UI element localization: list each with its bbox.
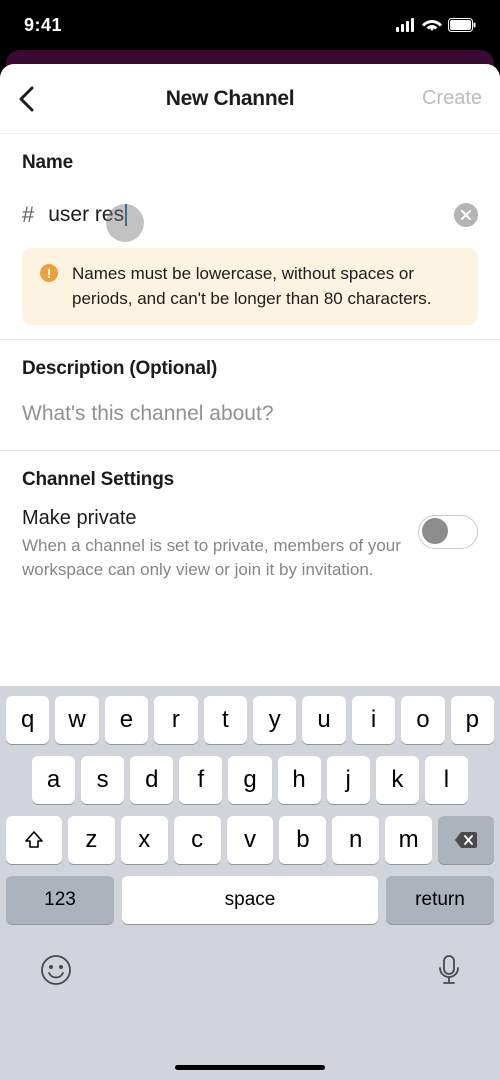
warning-banner: ! Names must be lowercase, without space… (22, 248, 478, 325)
name-input[interactable]: user res (48, 203, 454, 227)
key-space[interactable]: space (122, 876, 378, 924)
status-time: 9:41 (24, 15, 62, 36)
private-title: Make private (22, 507, 402, 530)
key-s[interactable]: s (81, 756, 124, 804)
key-g[interactable]: g (228, 756, 271, 804)
nav-bar: New Channel Create (0, 64, 500, 134)
chevron-left-icon (18, 86, 34, 112)
key-c[interactable]: c (174, 816, 221, 864)
create-button[interactable]: Create (402, 87, 482, 110)
private-row: Make private When a channel is set to pr… (22, 507, 478, 582)
emoji-icon (40, 954, 72, 986)
key-v[interactable]: v (227, 816, 274, 864)
private-subtitle: When a channel is set to private, member… (22, 534, 402, 582)
description-section: Description (Optional) What's this chann… (0, 340, 500, 436)
toggle-knob (422, 518, 448, 544)
back-button[interactable] (18, 86, 58, 112)
private-toggle[interactable] (418, 515, 478, 549)
settings-section: Channel Settings Make private When a cha… (0, 451, 500, 590)
battery-icon (448, 18, 476, 32)
mic-icon (438, 954, 460, 986)
key-d[interactable]: d (130, 756, 173, 804)
key-z[interactable]: z (68, 816, 115, 864)
key-row-2: a s d f g h j k l (6, 756, 494, 804)
hash-prefix: # (22, 202, 34, 228)
shift-icon (23, 829, 45, 851)
key-row-3: z x c v b n m (6, 816, 494, 864)
name-label: Name (22, 152, 478, 174)
status-bar: 9:41 (0, 0, 500, 50)
clear-button[interactable] (454, 203, 478, 227)
text-cursor (125, 204, 127, 226)
description-label: Description (Optional) (22, 358, 478, 380)
new-channel-modal: New Channel Create Name # user res ! Nam… (0, 64, 500, 686)
key-n[interactable]: n (332, 816, 379, 864)
key-row-1: q w e r t y u i o p (6, 696, 494, 744)
key-u[interactable]: u (302, 696, 345, 744)
key-h[interactable]: h (278, 756, 321, 804)
name-input-row[interactable]: # user res (0, 188, 500, 248)
key-i[interactable]: i (352, 696, 395, 744)
keyboard-bottom (6, 936, 494, 990)
key-t[interactable]: t (204, 696, 247, 744)
warning-icon: ! (40, 264, 58, 282)
description-input[interactable]: What's this channel about? (22, 402, 478, 426)
close-icon (461, 210, 471, 220)
key-j[interactable]: j (327, 756, 370, 804)
key-p[interactable]: p (451, 696, 494, 744)
warning-text: Names must be lowercase, without spaces … (72, 262, 460, 311)
emoji-button[interactable] (40, 954, 72, 986)
wifi-icon (422, 18, 442, 32)
settings-label: Channel Settings (22, 469, 478, 491)
key-r[interactable]: r (154, 696, 197, 744)
key-l[interactable]: l (425, 756, 468, 804)
key-e[interactable]: e (105, 696, 148, 744)
key-shift[interactable] (6, 816, 62, 864)
key-a[interactable]: a (32, 756, 75, 804)
keyboard: q w e r t y u i o p a s d f g h j k l z … (0, 686, 500, 1080)
key-delete[interactable] (438, 816, 494, 864)
key-b[interactable]: b (279, 816, 326, 864)
key-f[interactable]: f (179, 756, 222, 804)
cellular-icon (396, 18, 416, 32)
key-q[interactable]: q (6, 696, 49, 744)
key-x[interactable]: x (121, 816, 168, 864)
delete-icon (453, 830, 479, 850)
key-123[interactable]: 123 (6, 876, 114, 924)
key-row-4: 123 space return (6, 876, 494, 924)
key-w[interactable]: w (55, 696, 98, 744)
key-o[interactable]: o (401, 696, 444, 744)
status-icons (396, 18, 476, 32)
name-section: Name (0, 134, 500, 188)
key-m[interactable]: m (385, 816, 432, 864)
home-indicator[interactable] (175, 1065, 325, 1070)
key-y[interactable]: y (253, 696, 296, 744)
key-return[interactable]: return (386, 876, 494, 924)
key-k[interactable]: k (376, 756, 419, 804)
mic-button[interactable] (438, 954, 460, 986)
nav-title: New Channel (58, 87, 402, 111)
